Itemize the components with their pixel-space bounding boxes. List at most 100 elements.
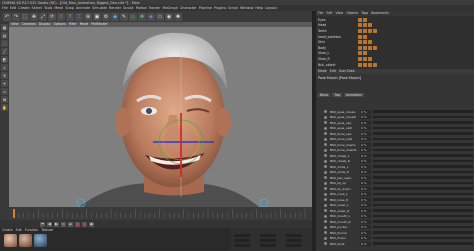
live-select-icon[interactable]: ⬚: [21, 12, 29, 21]
morph-slider[interactable]: [373, 203, 473, 207]
next-key-icon[interactable]: ▷: [61, 221, 66, 227]
polygons-mode-icon[interactable]: ◩: [1, 56, 8, 63]
morph-value-field[interactable]: 0 %: [360, 175, 371, 180]
morph-value-field[interactable]: 0 %: [360, 186, 371, 191]
morph-row[interactable]: BS0_nose_R 0 %: [316, 197, 474, 202]
tab-animation[interactable]: Animation: [343, 93, 365, 97]
tag-icon[interactable]: [363, 34, 367, 39]
axis-mode-icon[interactable]: ⊥: [1, 64, 8, 71]
mat-menu-texture[interactable]: Texture: [41, 228, 53, 233]
morph-value-field[interactable]: 0 %: [360, 120, 371, 125]
morph-row[interactable]: BS0_sneer_L 0 %: [316, 203, 474, 208]
tag-icon[interactable]: [363, 56, 367, 61]
morph-row[interactable]: BS0_pucker 0 %: [316, 225, 474, 230]
record-icon[interactable]: ●: [75, 221, 80, 227]
size-x-field[interactable]: [260, 234, 276, 237]
morph-slider[interactable]: [373, 192, 473, 196]
mat-menu-create[interactable]: Create: [2, 228, 13, 233]
morph-row[interactable]: BS0_eyes_closeL 0 %: [316, 109, 474, 114]
floor-icon[interactable]: ▭: [156, 12, 164, 21]
morph-value-field[interactable]: 0 %: [360, 159, 371, 164]
tab-tag[interactable]: Tag: [332, 93, 342, 97]
subdivision-icon[interactable]: ◇: [129, 12, 137, 21]
autokey-icon[interactable]: ◉: [82, 221, 87, 227]
move-icon[interactable]: ✥: [30, 12, 38, 21]
tag-icon[interactable]: [358, 40, 362, 45]
render-view-icon[interactable]: ▣: [93, 12, 101, 21]
morph-slider[interactable]: [373, 165, 473, 168]
morph-row[interactable]: BS0_smile_R 0 %: [316, 170, 474, 175]
morph-row[interactable]: BS0_brow_upR 0 %: [316, 137, 474, 142]
morph-slider[interactable]: [373, 225, 473, 229]
morph-value-field[interactable]: 0 %: [360, 197, 371, 202]
tag-icon[interactable]: [358, 51, 362, 56]
tag-icon[interactable]: [363, 51, 367, 56]
tag-icon[interactable]: [363, 17, 367, 22]
mat-menu-edit[interactable]: Edit: [16, 228, 22, 233]
om-menu-objects[interactable]: Objects: [346, 11, 358, 16]
size-y-field[interactable]: [260, 239, 276, 242]
y-axis-icon[interactable]: Y: [66, 12, 74, 21]
tag-icon[interactable]: [363, 28, 367, 33]
timeline[interactable]: [9, 207, 312, 220]
om-menu-tags[interactable]: Tags: [361, 11, 368, 16]
morph-slider[interactable]: [373, 159, 473, 163]
morph-slider[interactable]: [373, 115, 473, 119]
morph-value-field[interactable]: 0 %: [360, 192, 371, 197]
rot-p-field[interactable]: [286, 239, 302, 242]
morph-row[interactable]: BS0_cheek_R 0 %: [316, 159, 474, 164]
morph-row[interactable]: BS0_brow_upL 0 %: [316, 131, 474, 136]
morph-value-field[interactable]: 0 %: [360, 109, 371, 114]
model-mode-icon[interactable]: ▦: [1, 24, 8, 31]
tag-icon[interactable]: [358, 17, 362, 22]
morph-row[interactable]: BS0_mouth_L 0 %: [316, 214, 474, 219]
texture-mode-icon[interactable]: ▤: [1, 32, 8, 39]
material-swatch-skin[interactable]: [4, 234, 17, 247]
morph-slider[interactable]: [373, 154, 473, 157]
material-swatch-face[interactable]: [19, 234, 32, 247]
coord-x-field[interactable]: [234, 234, 250, 237]
morph-value-field[interactable]: 0 %: [360, 208, 371, 213]
play-icon[interactable]: ▶: [54, 221, 59, 227]
morph-value-field[interactable]: 0 %: [360, 115, 371, 120]
tag-icon[interactable]: [368, 23, 372, 28]
snap-icon[interactable]: ⌖: [1, 80, 8, 87]
morph-value-field[interactable]: 0 %: [360, 230, 371, 235]
tag-icon[interactable]: [358, 45, 362, 50]
viewport[interactable]: View Cameras Display Options Filter Panel ProR…: [9, 22, 312, 207]
sculpt-icon[interactable]: ✋: [1, 104, 8, 111]
rot-h-field[interactable]: [286, 234, 302, 237]
tag-icon[interactable]: [373, 45, 377, 50]
material-swatch-eyes[interactable]: [34, 234, 47, 247]
object-row[interactable]: Null_object: [316, 62, 474, 68]
tag-icon[interactable]: [363, 62, 367, 67]
tag-icon[interactable]: [358, 56, 362, 61]
morph-value-field[interactable]: 0 %: [360, 219, 371, 224]
morph-row[interactable]: BS0_nose_L 0 %: [316, 192, 474, 197]
morph-value-field[interactable]: 0 %: [360, 181, 371, 186]
morph-slider[interactable]: [373, 110, 473, 113]
morph-slider[interactable]: [373, 220, 473, 223]
morph-value-field[interactable]: 0 %: [360, 148, 371, 153]
size-z-field[interactable]: [260, 244, 276, 247]
tag-icon[interactable]: [363, 45, 367, 50]
morph-slider[interactable]: [373, 209, 473, 212]
morph-row[interactable]: BS0_frown 0 %: [316, 236, 474, 241]
camera-icon[interactable]: ◉: [165, 12, 173, 21]
morph-slider[interactable]: [373, 187, 473, 190]
morph-row[interactable]: BS0_brow_downL 0 %: [316, 142, 474, 147]
tag-icon[interactable]: [368, 62, 372, 67]
workplane-icon[interactable]: ▱: [1, 88, 8, 95]
om-menu-view[interactable]: View: [336, 11, 344, 16]
morph-slider[interactable]: [373, 181, 473, 185]
am-menu-user-data[interactable]: User Data: [339, 69, 355, 74]
coord-y-field[interactable]: [234, 239, 250, 242]
morph-slider[interactable]: [373, 231, 473, 234]
morph-value-field[interactable]: 0 %: [360, 164, 371, 169]
morph-value-field[interactable]: 0 %: [360, 214, 371, 219]
tag-icon[interactable]: [358, 62, 362, 67]
om-menu-bookmarks[interactable]: Bookmarks: [371, 11, 389, 16]
tab-basic[interactable]: Basic: [318, 93, 331, 97]
morph-value-field[interactable]: 0 %: [360, 153, 371, 158]
tag-icon[interactable]: [368, 40, 372, 45]
